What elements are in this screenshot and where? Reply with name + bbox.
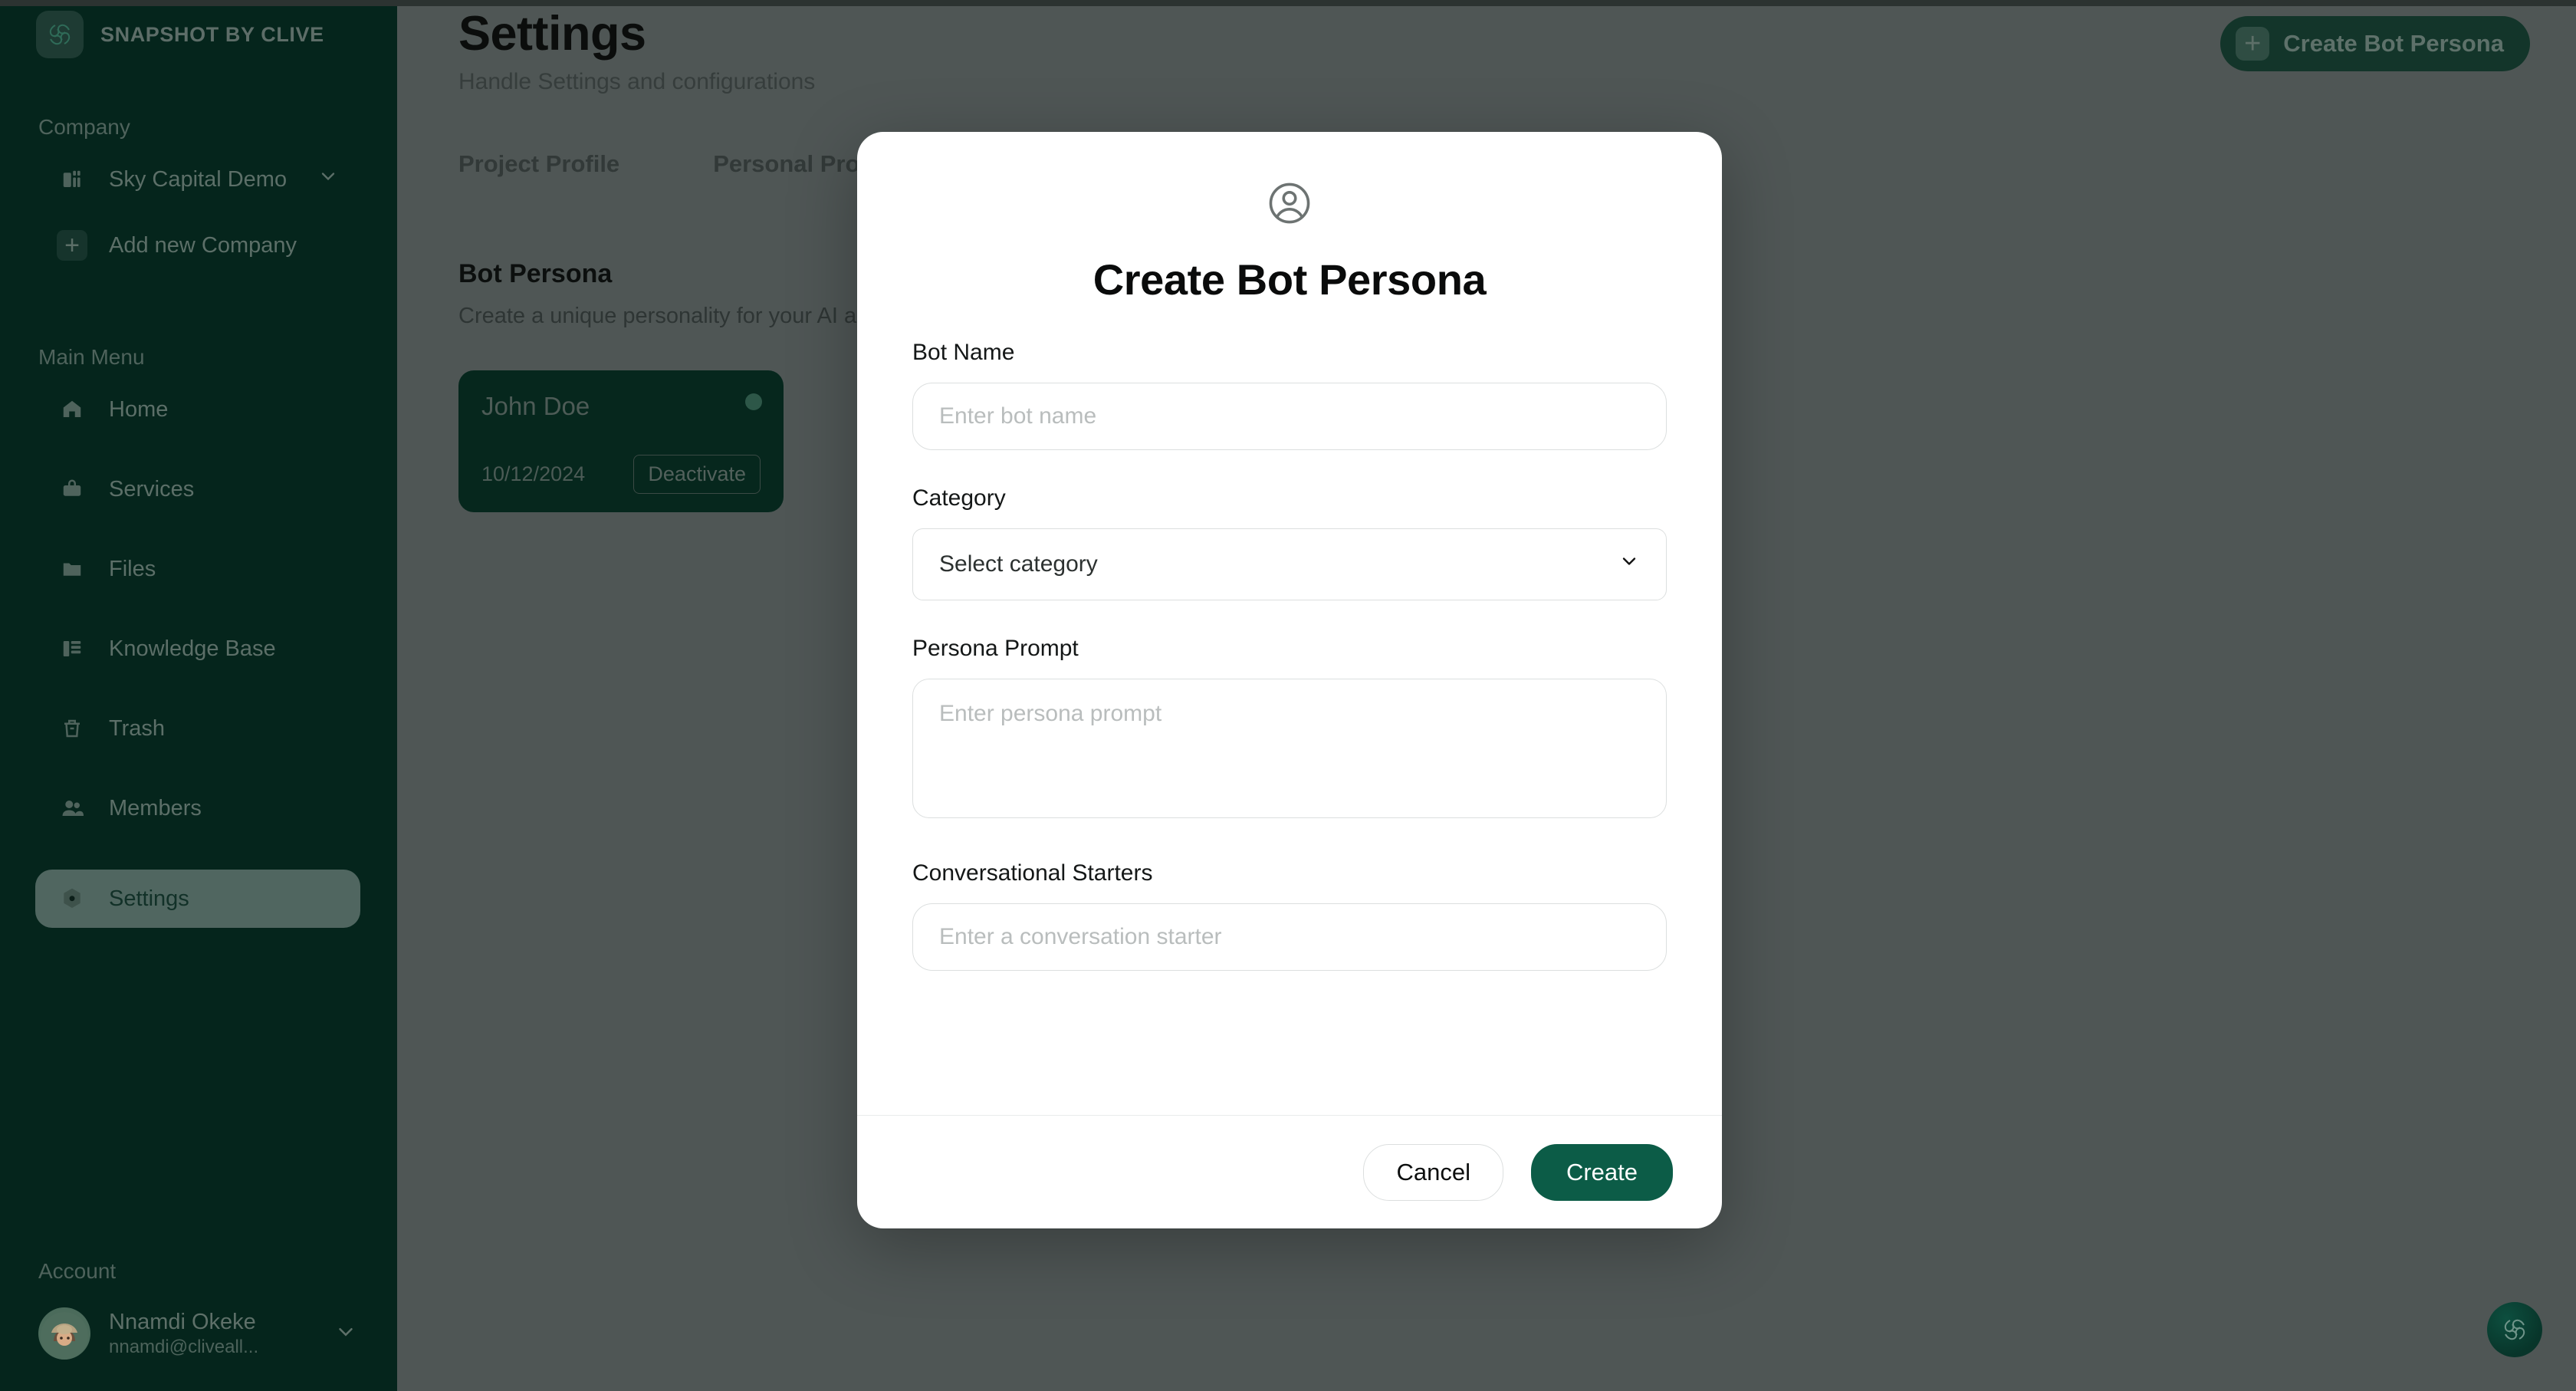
sidebar-item-label: Settings — [109, 886, 189, 911]
category-select[interactable]: Select category — [912, 528, 1667, 600]
create-bot-persona-dialog: Create Bot Persona Bot Name Category Sel… — [857, 132, 1722, 1228]
company-name: Sky Capital Demo — [109, 166, 288, 192]
bot-name-label: Bot Name — [912, 340, 1015, 365]
briefcase-icon — [57, 474, 87, 505]
sidebar-item-knowledge-base[interactable]: Knowledge Base — [35, 620, 360, 678]
account-menu[interactable]: Nnamdi Okeke nnamdi@cliveall... — [35, 1301, 360, 1366]
plus-icon: + — [57, 230, 87, 261]
status-dot — [745, 393, 762, 410]
home-icon — [57, 394, 87, 425]
bot-name-input[interactable] — [912, 383, 1667, 450]
folder-icon — [57, 554, 87, 584]
trash-icon — [57, 713, 87, 744]
section-title: Bot Persona — [458, 259, 613, 288]
page-title: Settings — [458, 7, 646, 61]
field-persona-prompt: Persona Prompt — [912, 636, 1667, 822]
settings-tabs: Project Profile Personal Profile — [458, 150, 894, 178]
sidebar-item-trash[interactable]: Trash — [35, 699, 360, 758]
sidebar: SNAPSHOT BY CLIVE Company Sky Capital De… — [0, 6, 397, 1391]
persona-date: 10/12/2024 — [481, 462, 586, 485]
field-bot-name: Bot Name — [912, 340, 1667, 450]
swirl-knot-logo-icon[interactable] — [2487, 1302, 2542, 1357]
sidebar-item-label: Home — [109, 396, 169, 422]
brand-title: SNAPSHOT BY CLIVE — [100, 22, 324, 46]
avatar — [38, 1307, 90, 1360]
sidebar-item-settings[interactable]: Settings — [35, 870, 360, 928]
deactivate-button[interactable]: Deactivate — [633, 455, 761, 494]
persona-prompt-textarea[interactable] — [912, 679, 1667, 818]
chevron-down-icon — [317, 166, 339, 193]
dialog-title: Create Bot Persona — [1092, 255, 1487, 304]
tab-project-profile[interactable]: Project Profile — [458, 150, 619, 178]
user-circle-icon — [912, 179, 1667, 227]
sidebar-item-label: Knowledge Base — [109, 636, 276, 661]
plus-icon: + — [2236, 27, 2270, 61]
brand[interactable]: SNAPSHOT BY CLIVE — [36, 11, 324, 58]
add-new-company-button[interactable]: + Add new Company — [35, 216, 360, 275]
sidebar-section-main-menu: Main Menu — [38, 345, 145, 369]
persona-name: John Doe — [481, 392, 590, 420]
cancel-button[interactable]: Cancel — [1363, 1143, 1503, 1201]
conversational-starters-label: Conversational Starters — [912, 860, 1153, 886]
sidebar-section-account: Account — [38, 1259, 117, 1283]
chevron-down-icon — [334, 1320, 357, 1347]
create-button[interactable]: Create — [1530, 1143, 1673, 1201]
building-icon — [57, 164, 87, 195]
create-bot-persona-label: Create Bot Persona — [2283, 30, 2504, 57]
conversational-starter-input[interactable] — [912, 903, 1667, 971]
sidebar-item-home[interactable]: Home — [35, 380, 360, 439]
field-conversational-starters: Conversational Starters — [912, 860, 1667, 971]
sidebar-item-label: Trash — [109, 715, 166, 741]
account-email: nnamdi@cliveall... — [109, 1336, 259, 1357]
field-category: Category Select category — [912, 485, 1667, 600]
sidebar-section-company: Company — [38, 115, 130, 139]
company-switcher[interactable]: Sky Capital Demo — [35, 150, 360, 209]
sidebar-item-label: Files — [109, 556, 156, 581]
persona-prompt-label: Persona Prompt — [912, 636, 1079, 661]
chevron-down-icon — [1618, 551, 1640, 578]
create-bot-persona-button[interactable]: + Create Bot Persona — [2220, 16, 2530, 71]
sidebar-item-label: Services — [109, 476, 195, 501]
category-selected-value: Select category — [939, 551, 1098, 577]
swirl-knot-logo-icon — [36, 11, 84, 58]
window-top-strip — [0, 0, 2576, 6]
sidebar-item-members[interactable]: Members — [35, 779, 360, 837]
account-name: Nnamdi Okeke — [109, 1309, 256, 1334]
add-new-company-label: Add new Company — [109, 232, 297, 258]
books-icon — [57, 633, 87, 664]
sidebar-item-files[interactable]: Files — [35, 540, 360, 598]
sidebar-item-label: Members — [109, 795, 202, 820]
users-icon — [57, 793, 87, 824]
category-label: Category — [912, 485, 1006, 511]
dialog-footer: Cancel Create — [857, 1115, 1722, 1228]
persona-card[interactable]: John Doe 10/12/2024 Deactivate — [458, 370, 784, 512]
page-subtitle: Handle Settings and configurations — [458, 69, 816, 94]
sidebar-item-services[interactable]: Services — [35, 460, 360, 518]
app-root: SNAPSHOT BY CLIVE Company Sky Capital De… — [0, 0, 2576, 1391]
gear-icon — [57, 883, 87, 914]
